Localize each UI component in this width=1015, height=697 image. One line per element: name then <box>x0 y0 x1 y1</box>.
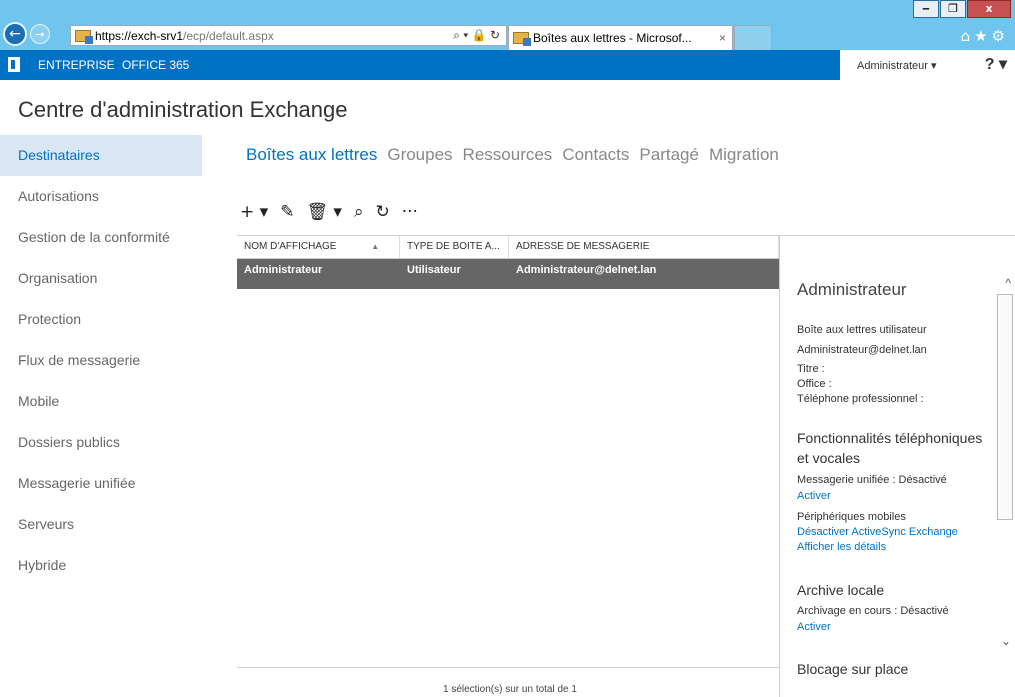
tab-title: Boîtes aux lettres - Microsof... <box>533 31 692 45</box>
sidebar-item-protection[interactable]: Protection <box>0 299 202 340</box>
sidebar-item-flux[interactable]: Flux de messagerie <box>0 340 202 381</box>
column-email-address[interactable]: ADRESSE DE MESSAGERIE <box>509 236 779 258</box>
hold-heading: Blocage sur place <box>797 661 909 677</box>
address-tools[interactable]: ⌕ ▾ 🔒 ↻ <box>453 28 500 43</box>
sort-asc-icon: ▲ <box>371 242 380 251</box>
show-details-link[interactable]: Afficher les détails <box>797 541 886 553</box>
detail-phone-label: Téléphone professionnel : <box>797 393 924 405</box>
new-tab-button[interactable] <box>734 25 772 50</box>
tab-contacts[interactable]: Contacts <box>562 145 629 165</box>
more-icon[interactable]: ··· <box>402 202 418 222</box>
um-enable-link[interactable]: Activer <box>797 490 831 502</box>
cell-display-name: Administrateur <box>244 264 323 276</box>
cell-mailbox-type: Utilisateur <box>407 264 461 276</box>
detail-email: Administrateur@delnet.lan <box>797 344 927 356</box>
url-path: /ecp/default.aspx <box>183 28 274 43</box>
sidebar-item-conformite[interactable]: Gestion de la conformité <box>0 217 202 258</box>
archive-status: Archivage en cours : Désactivé <box>797 605 949 617</box>
selection-count: 1 sélection(s) sur un total de 1 <box>443 684 577 695</box>
back-button[interactable]: ← <box>3 22 27 46</box>
refresh-icon[interactable]: ↻ <box>376 202 390 222</box>
page-title: Centre d'administration Exchange <box>18 97 348 122</box>
office-bar: ENTREPRISE OFFICE 365 Administrateur ▾ ?… <box>0 50 1015 80</box>
enterprise-link[interactable]: ENTREPRISE <box>38 58 115 72</box>
address-bar[interactable]: https://exch-srv1 /ecp/default.aspx ⌕ ▾ … <box>70 25 507 46</box>
tab-groupes[interactable]: Groupes <box>387 145 452 165</box>
window-controls: ‒ ❐ x <box>912 0 1011 18</box>
detail-mailbox-type: Boîte aux lettres utilisateur <box>797 324 927 336</box>
user-area: Administrateur ▾ ? ▾ <box>840 50 1015 80</box>
um-status: Messagerie unifiée : Désactivé <box>797 474 947 486</box>
search-icon[interactable]: ⌕ <box>354 202 364 222</box>
table-divider <box>237 667 779 668</box>
help-menu[interactable]: ? ▾ <box>985 54 1007 74</box>
tab-close-icon[interactable]: × <box>719 31 726 45</box>
back-arrow-icon: ← <box>9 26 21 42</box>
url-host: https://exch-srv1 <box>95 28 184 43</box>
tab-bar: Boîtes aux lettres Groupes Ressources Co… <box>246 145 789 165</box>
scroll-up-icon[interactable]: ^ <box>1005 276 1011 290</box>
user-menu[interactable]: Administrateur ▾ <box>857 59 937 72</box>
chevron-down-icon: ▾ <box>930 60 937 72</box>
tab-favicon-icon <box>513 32 531 46</box>
detail-name: Administrateur <box>797 280 907 299</box>
table-header: NOM D'AFFICHAGE ▲ TYPE DE BOITE A... ADR… <box>237 235 779 259</box>
sidebar-item-autorisations[interactable]: Autorisations <box>0 176 202 217</box>
mailbox-table: NOM D'AFFICHAGE ▲ TYPE DE BOITE A... ADR… <box>237 235 779 665</box>
cell-email: Administrateur@delnet.lan <box>516 264 657 276</box>
column-display-name[interactable]: NOM D'AFFICHAGE ▲ <box>237 236 400 258</box>
sidebar-item-hybride[interactable]: Hybride <box>0 545 202 586</box>
browser-tab[interactable]: Boîtes aux lettres - Microsof... × <box>508 25 733 50</box>
column-mailbox-type[interactable]: TYPE DE BOITE A... <box>400 236 509 258</box>
tab-boites-aux-lettres[interactable]: Boîtes aux lettres <box>246 145 377 165</box>
sidebar-item-mobile[interactable]: Mobile <box>0 381 202 422</box>
tab-partage[interactable]: Partagé <box>639 145 699 165</box>
archive-enable-link[interactable]: Activer <box>797 621 831 633</box>
sidebar-item-serveurs[interactable]: Serveurs <box>0 504 202 545</box>
scroll-down-icon[interactable]: ⌄ <box>1001 634 1011 648</box>
toolbar: + ▾ ✎ 🗑 ▾ ⌕ ↻ ··· <box>240 202 430 222</box>
sidebar-item-messagerie-unifiee[interactable]: Messagerie unifiée <box>0 463 202 504</box>
add-icon[interactable]: + ▾ <box>240 202 268 222</box>
maximize-button[interactable]: ❐ <box>940 0 966 18</box>
mobile-devices-label: Périphériques mobiles <box>797 511 906 523</box>
table-row[interactable]: Administrateur Utilisateur Administrateu… <box>237 259 779 289</box>
scroll-thumb[interactable] <box>997 294 1013 520</box>
detail-title-label: Titre : <box>797 363 825 375</box>
sidebar-item-destinataires[interactable]: Destinataires <box>0 135 202 176</box>
phone-features-heading: Fonctionnalités téléphoniques et vocales <box>797 430 983 466</box>
office-logo-icon <box>8 57 20 72</box>
close-button[interactable]: x <box>967 0 1011 18</box>
office365-link[interactable]: OFFICE 365 <box>122 58 189 72</box>
sidebar-item-organisation[interactable]: Organisation <box>0 258 202 299</box>
browser-chrome: ‒ ❐ x ← → https://exch-srv1 /ecp/default… <box>0 0 1015 50</box>
sidebar-item-dossiers-publics[interactable]: Dossiers publics <box>0 422 202 463</box>
tab-migration[interactable]: Migration <box>709 145 779 165</box>
details-scrollbar[interactable]: ^ ⌄ <box>997 276 1015 656</box>
exchange-favicon-icon <box>75 29 93 44</box>
edit-icon[interactable]: ✎ <box>280 202 294 222</box>
minimize-button[interactable]: ‒ <box>913 0 939 18</box>
detail-office-label: Office : <box>797 378 832 390</box>
details-pane: ^ ⌄ Administrateur Boîte aux lettres uti… <box>779 235 1015 697</box>
forward-button[interactable]: → <box>30 24 50 44</box>
tab-ressources[interactable]: Ressources <box>463 145 553 165</box>
forward-arrow-icon: → <box>35 27 45 41</box>
delete-icon[interactable]: 🗑 ▾ <box>306 202 342 222</box>
browser-icons[interactable]: ⌂★⚙ <box>961 27 1009 45</box>
archive-heading: Archive locale <box>797 582 885 598</box>
disable-activesync-link[interactable]: Désactiver ActiveSync Exchange <box>797 526 958 538</box>
sidebar: Destinataires Autorisations Gestion de l… <box>0 135 202 586</box>
